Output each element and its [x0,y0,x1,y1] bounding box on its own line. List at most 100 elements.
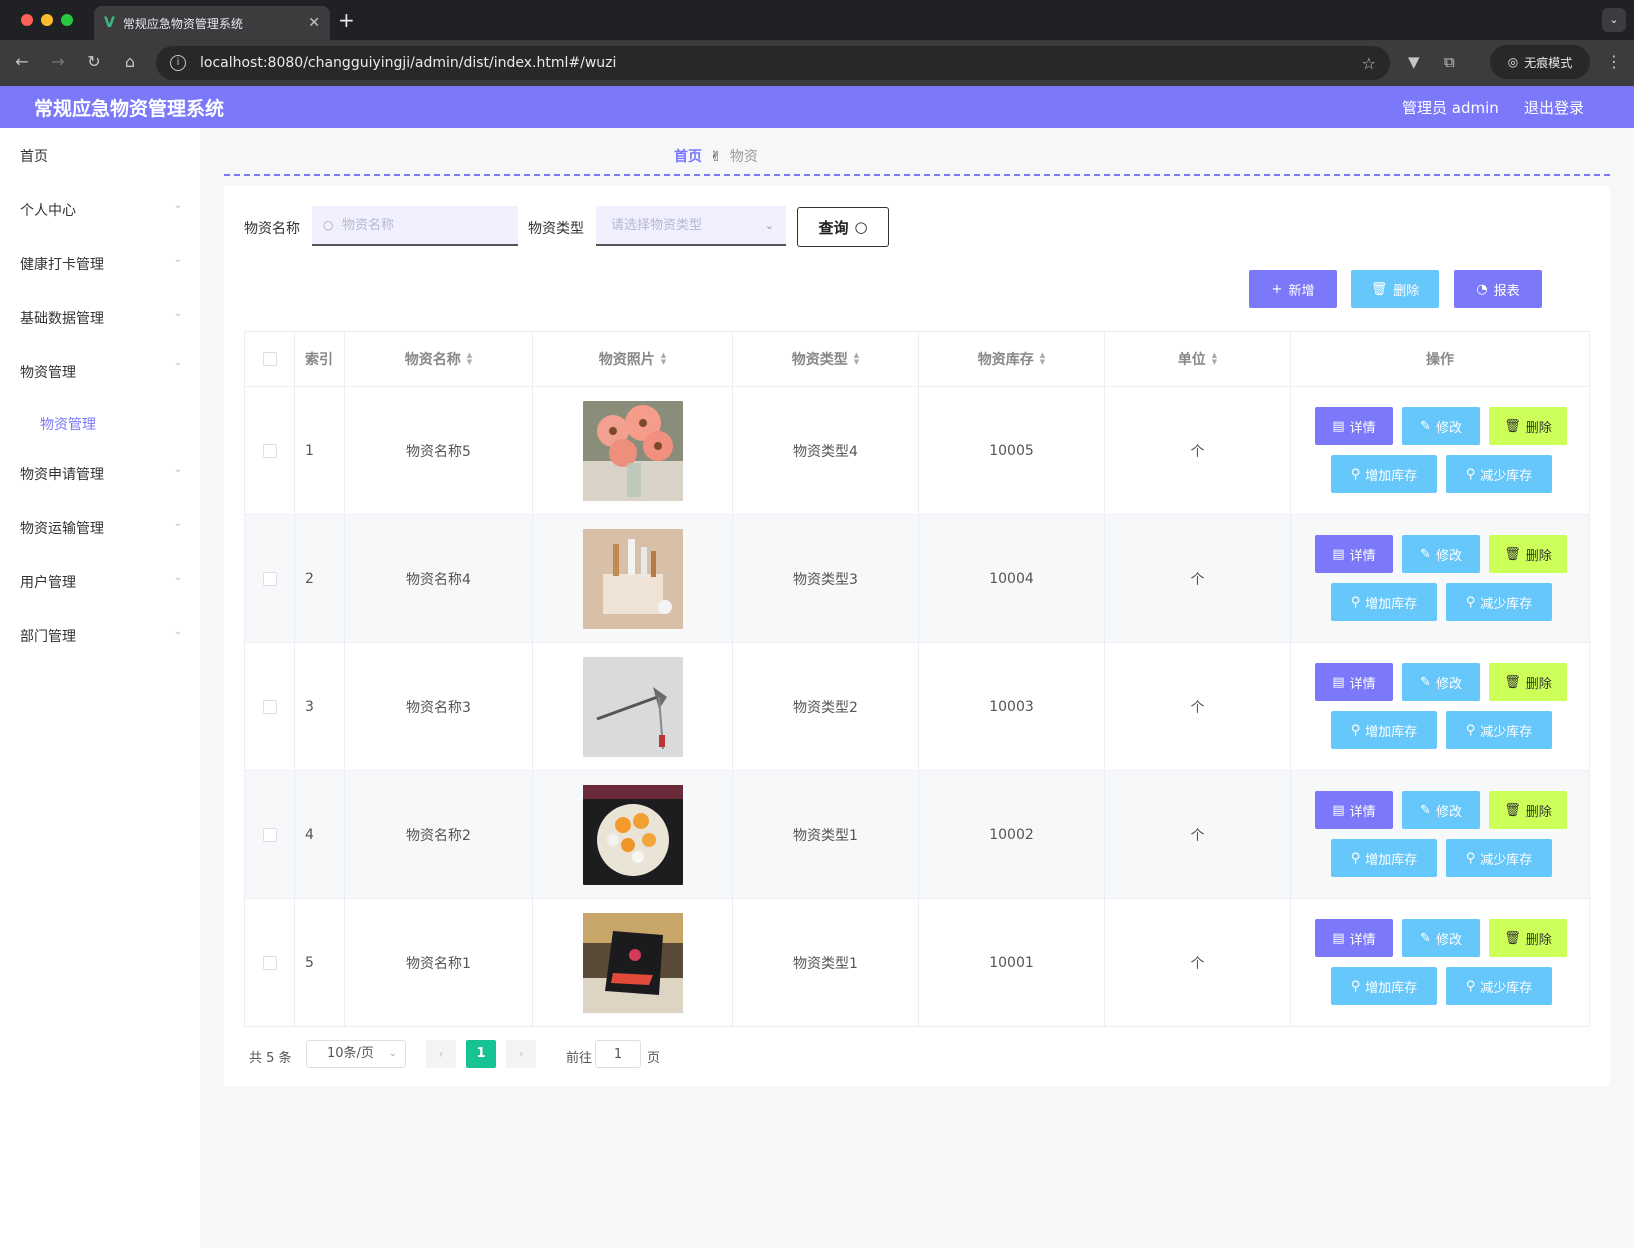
header-type[interactable]: 物资类型 ▲ ▼ [733,332,919,386]
row-checkbox[interactable] [262,827,277,842]
reduce-stock-button[interactable]: ⚲ 减少库存 [1446,839,1552,877]
logout-link[interactable]: 退出登录 [1524,97,1584,118]
delete-button[interactable]: 🗑 删除 [1489,535,1567,573]
reduce-stock-button[interactable]: ⚲ 减少库存 [1446,967,1552,1005]
add-stock-button[interactable]: ⚲ 增加库存 [1331,455,1437,493]
detail-button[interactable]: ▤ 详情 [1315,407,1393,445]
extension-icon[interactable]: ▼ [1408,53,1420,71]
material-photo[interactable] [582,528,683,629]
detail-button[interactable]: ▤ 详情 [1315,919,1393,957]
reload-icon[interactable]: ↻ [84,52,104,71]
home-icon[interactable]: ⌂ [120,52,140,71]
detail-button[interactable]: ▤ 详情 [1315,791,1393,829]
material-photo[interactable] [582,400,683,501]
breadcrumb-home[interactable]: 首页 [674,149,702,165]
delete-button[interactable]: 🗑 删除 [1489,791,1567,829]
add-stock-button[interactable]: ⚲ 增加库存 [1331,839,1437,877]
more-menu-icon[interactable]: ⋮ [1606,52,1622,71]
sidebar-item-health-checkin[interactable]: 健康打卡管理 ⌄ [20,254,182,274]
browser-tabstrip: V 常规应急物资管理系统 ✕ + ⌄ [0,0,1634,40]
chevron-down-icon[interactable]: ⌄ [1602,8,1626,32]
chevron-down-icon: ⌄ [173,308,182,319]
forward-icon[interactable]: → [48,52,68,71]
pie-chart-icon: ◔ [1476,281,1488,297]
add-button[interactable]: + 新增 [1249,270,1337,308]
materials-table: 索引 物资名称 ▲ ▼ 物资照片 ▲ ▼ 物资类型 ▲ ▼ 物资库存 ▲ ▼ 单位 ▲ ▼ 操作 1… [244,331,1590,1027]
delete-button[interactable]: 🗑 删除 [1489,407,1567,445]
sidebar-item-base-data[interactable]: 基础数据管理 ⌄ [20,308,182,328]
name-search-input[interactable] [312,206,518,246]
detail-button[interactable]: ▤ 详情 [1315,535,1393,573]
sort-icon[interactable]: ▲ ▼ [661,352,666,366]
query-button[interactable]: 查询 ○ [797,207,889,247]
pagination-total: 共 5 条 [249,1051,292,1066]
sidebar-item-departments[interactable]: 部门管理 ⌄ [20,626,182,646]
row-checkbox[interactable] [262,699,277,714]
edit-button[interactable]: ✎ 修改 [1402,919,1480,957]
material-photo[interactable] [582,656,683,757]
sort-icon[interactable]: ▲ ▼ [467,352,472,366]
header-name[interactable]: 物资名称 ▲ ▼ [345,332,533,386]
puzzle-icon[interactable]: ⧉ [1444,53,1455,71]
goto-page-input[interactable] [595,1040,641,1068]
add-stock-button[interactable]: ⚲ 增加库存 [1331,711,1437,749]
maximize-window-icon[interactable] [61,14,73,26]
sort-icon[interactable]: ▲ ▼ [854,352,859,366]
close-window-icon[interactable] [21,14,33,26]
add-stock-button[interactable]: ⚲ 增加库存 [1331,967,1437,1005]
sidebar-item-materials[interactable]: 物资管理 ⌃ [20,362,182,382]
material-photo[interactable] [582,784,683,885]
sidebar-item-label: 物资申请管理 [20,467,104,483]
reduce-stock-button[interactable]: ⚲ 减少库存 [1446,583,1552,621]
header-stock[interactable]: 物资库存 ▲ ▼ [919,332,1105,386]
edit-button[interactable]: ✎ 修改 [1402,407,1480,445]
incognito-label: 无痕模式 [1524,55,1573,70]
delete-button[interactable]: 🗑 删除 [1489,663,1567,701]
edit-button[interactable]: ✎ 修改 [1402,535,1480,573]
edit-button[interactable]: ✎ 修改 [1402,663,1480,701]
sidebar-subitem-materials[interactable]: 物资管理 [40,414,96,434]
browser-tab[interactable]: V 常规应急物资管理系统 ✕ [94,6,330,40]
button-label: 删除 [1525,932,1552,948]
close-icon[interactable]: ✕ [308,15,320,31]
delete-button[interactable]: 🗑 删除 [1489,919,1567,957]
row-checkbox[interactable] [262,571,277,586]
new-tab-icon[interactable]: + [338,8,355,32]
detail-button[interactable]: ▤ 详情 [1315,663,1393,701]
actions-cell: ▤ 详情 ✎ 修改 🗑 删除 ⚲ 增加库存 ⚲ 减少库存 [1291,899,1589,1026]
page-number-current[interactable]: 1 [466,1040,496,1068]
prev-page-icon[interactable]: ‹ [426,1040,456,1068]
select-all-checkbox[interactable] [262,352,277,366]
location-pin-icon: ⚲ [1465,722,1476,738]
sort-icon[interactable]: ▲ ▼ [1212,352,1217,366]
breadcrumb-current: 物资 [729,149,758,165]
sort-icon[interactable]: ▲ ▼ [1040,352,1045,366]
page-size-select[interactable]: 10条/页 ⌄ [306,1040,406,1068]
sidebar-item-profile[interactable]: 个人中心 ⌄ [20,200,182,220]
next-page-icon[interactable]: › [506,1040,536,1068]
type-select[interactable]: 请选择物资类型 ⌄ [596,206,786,246]
site-info-icon[interactable]: i [170,55,186,71]
browser-toolbar: ← → ↻ ⌂ i localhost:8080/changguiyingji/… [0,40,1634,86]
row-checkbox[interactable] [262,443,277,458]
minimize-window-icon[interactable] [41,14,53,26]
bulk-delete-button[interactable]: 🗑 删除 [1351,270,1439,308]
edit-button[interactable]: ✎ 修改 [1402,791,1480,829]
star-icon[interactable]: ☆ [1362,54,1376,73]
sidebar-item-users[interactable]: 用户管理 ⌄ [20,572,182,592]
row-checkbox[interactable] [262,955,277,970]
address-bar[interactable]: i localhost:8080/changguiyingji/admin/di… [156,46,1390,80]
sidebar-item-material-requests[interactable]: 物资申请管理 ⌄ [20,464,182,484]
reduce-stock-button[interactable]: ⚲ 减少库存 [1446,711,1552,749]
breadcrumb-divider [224,174,1610,176]
report-button[interactable]: ◔ 报表 [1454,270,1542,308]
header-unit[interactable]: 单位 ▲ ▼ [1105,332,1291,386]
material-photo[interactable] [582,912,683,1013]
back-icon[interactable]: ← [12,52,32,71]
header-photo[interactable]: 物资照片 ▲ ▼ [533,332,733,386]
add-stock-button[interactable]: ⚲ 增加库存 [1331,583,1437,621]
sidebar-item-home[interactable]: 首页 [20,146,182,166]
sidebar-item-transport[interactable]: 物资运输管理 ⌄ [20,518,182,538]
incognito-badge[interactable]: ◎ 无痕模式 [1490,45,1590,79]
reduce-stock-button[interactable]: ⚲ 减少库存 [1446,455,1552,493]
